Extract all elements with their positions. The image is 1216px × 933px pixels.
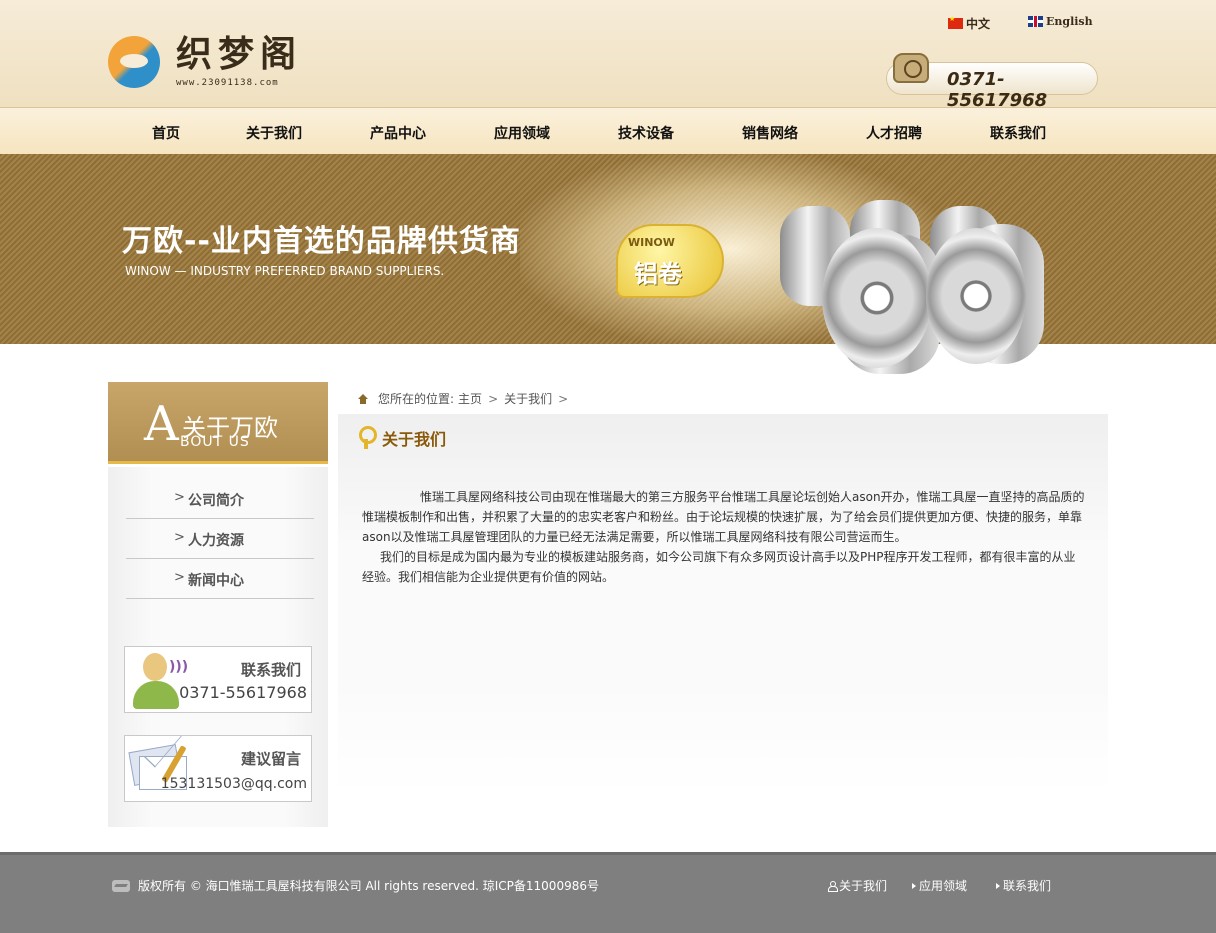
footer: 版权所有 © 海口惟瑞工具屋科技有限公司 All rights reserved… bbox=[0, 852, 1216, 933]
footer-link-about[interactable]: 关于我们 bbox=[828, 877, 887, 894]
article-body: 惟瑞工具屋网络科技公司由现在惟瑞最大的第三方服务平台惟瑞工具屋论坛创始人ason… bbox=[362, 487, 1086, 587]
content-panel bbox=[338, 414, 1108, 794]
lang-english-label: English bbox=[1046, 15, 1093, 28]
sidebar-item-label: 新闻中心 bbox=[188, 573, 244, 589]
footer-link-applications[interactable]: 应用领域 bbox=[912, 877, 967, 894]
logo[interactable]: 织梦阁 www.23091138.com bbox=[108, 34, 318, 92]
copyright-logo-icon bbox=[112, 879, 130, 892]
banner: 万欧--业内首选的品牌供货商 WINOW — INDUSTRY PREFERRE… bbox=[0, 154, 1216, 374]
lang-chinese-link[interactable]: 中文 bbox=[948, 15, 990, 32]
nav-item-about[interactable]: 关于我们 bbox=[246, 123, 302, 143]
chevron-right-icon: > bbox=[488, 391, 499, 406]
banner-badge-brand: WINOW bbox=[628, 236, 675, 249]
china-flag-icon bbox=[948, 15, 963, 29]
uk-flag-icon bbox=[1028, 16, 1043, 27]
triangle-right-icon bbox=[912, 882, 916, 889]
contact-card[interactable]: ))) 联系我们 0371-55617968 bbox=[124, 646, 312, 713]
article-paragraph: 我们的目标是成为国内最为专业的模板建站服务商，如今公司旗下有众多网页设计高手以及… bbox=[362, 550, 1076, 584]
footer-link-label: 应用领域 bbox=[919, 879, 968, 893]
triangle-right-icon bbox=[996, 882, 1000, 889]
lang-english-link[interactable]: English bbox=[1028, 15, 1093, 28]
sidebar-item-label: 公司简介 bbox=[188, 493, 244, 509]
message-card-title: 建议留言 bbox=[240, 750, 301, 768]
telephone-icon bbox=[893, 53, 929, 83]
key-icon bbox=[356, 426, 377, 450]
chevron-right-icon: > bbox=[558, 391, 569, 406]
logo-text: 织梦阁 bbox=[176, 33, 303, 75]
chevron-right-icon: > bbox=[174, 490, 185, 505]
page: 织梦阁 www.23091138.com 中文 English 0371-556… bbox=[0, 0, 1216, 933]
nav-item-home[interactable]: 首页 bbox=[152, 123, 180, 143]
message-card-email: 153131503@qq.com bbox=[160, 776, 307, 792]
nav-item-careers[interactable]: 人才招聘 bbox=[866, 123, 922, 143]
contact-card-phone: 0371-55617968 bbox=[179, 683, 307, 702]
sidebar-item-news[interactable]: > 新闻中心 bbox=[126, 559, 314, 599]
nav-item-equipment[interactable]: 技术设备 bbox=[618, 123, 674, 143]
home-icon bbox=[358, 393, 368, 404]
logo-url: www.23091138.com bbox=[176, 78, 279, 88]
nav-item-contact[interactable]: 联系我们 bbox=[990, 123, 1046, 143]
footer-link-label: 联系我们 bbox=[1003, 879, 1052, 893]
breadcrumb: 您所在的位置: 主页 > 关于我们 > bbox=[358, 390, 570, 407]
header: 织梦阁 www.23091138.com 中文 English 0371-556… bbox=[0, 0, 1216, 111]
breadcrumb-prefix: 您所在的位置: bbox=[378, 392, 455, 406]
main-nav: 首页 关于我们 产品中心 应用领域 技术设备 销售网络 人才招聘 联系我们 bbox=[0, 108, 1216, 154]
contact-card-title: 联系我们 bbox=[240, 661, 301, 679]
page-title: 关于我们 bbox=[382, 430, 447, 449]
sidebar-header-letter: A bbox=[144, 396, 179, 452]
banner-subtitle: WINOW — INDUSTRY PREFERRED BRAND SUPPLIE… bbox=[125, 264, 445, 278]
sidebar-header-subtitle: BOUT US bbox=[180, 434, 250, 450]
customer-service-icon: ))) bbox=[133, 651, 188, 709]
footer-link-label: 关于我们 bbox=[839, 879, 888, 893]
nav-item-applications[interactable]: 应用领域 bbox=[494, 123, 550, 143]
footer-copyright-text: 版权所有 © 海口惟瑞工具屋科技有限公司 All rights reserved… bbox=[138, 879, 599, 893]
user-icon bbox=[828, 880, 838, 892]
roll-front-face bbox=[822, 228, 932, 368]
message-card[interactable]: 建议留言 153131503@qq.com bbox=[124, 735, 312, 802]
sidebar-item-human-resources[interactable]: > 人力资源 bbox=[126, 519, 314, 559]
banner-badge: WINOW 铝卷 bbox=[616, 224, 724, 298]
footer-link-contact[interactable]: 联系我们 bbox=[996, 877, 1051, 894]
sidebar-item-company-profile[interactable]: > 公司简介 bbox=[126, 479, 314, 519]
logo-mark-icon bbox=[108, 36, 160, 88]
breadcrumb-current-link[interactable]: 关于我们 bbox=[504, 390, 552, 407]
nav-item-products[interactable]: 产品中心 bbox=[370, 123, 426, 143]
chevron-right-icon: > bbox=[174, 570, 185, 585]
header-phone-number: 0371-55617968 bbox=[947, 69, 1048, 111]
breadcrumb-home-link[interactable]: 主页 bbox=[458, 390, 482, 407]
sidebar-item-label: 人力资源 bbox=[188, 533, 244, 549]
header-phone: 0371-55617968 bbox=[886, 53, 1098, 111]
banner-badge-text: 铝卷 bbox=[634, 260, 682, 288]
sidebar-header: A 关于万欧 BOUT US bbox=[108, 382, 328, 464]
chevron-right-icon: > bbox=[174, 530, 185, 545]
roll-right-face bbox=[926, 228, 1026, 364]
banner-title: 万欧--业内首选的品牌供货商 bbox=[122, 224, 521, 259]
content-heading: 关于我们 bbox=[356, 426, 446, 450]
nav-item-sales-network[interactable]: 销售网络 bbox=[742, 123, 798, 143]
article-paragraph: 惟瑞工具屋网络科技公司由现在惟瑞最大的第三方服务平台惟瑞工具屋论坛创始人ason… bbox=[362, 490, 1085, 544]
lang-chinese-label: 中文 bbox=[966, 17, 991, 31]
footer-copyright: 版权所有 © 海口惟瑞工具屋科技有限公司 All rights reserved… bbox=[112, 877, 599, 894]
